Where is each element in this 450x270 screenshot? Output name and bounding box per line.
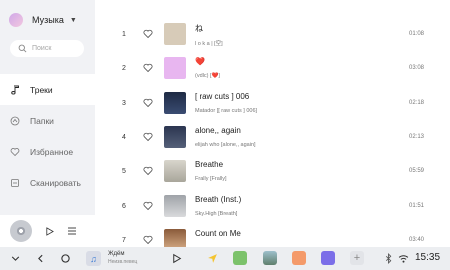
navigation-icon (208, 254, 217, 263)
playlist-icon (68, 227, 76, 235)
bluetooth-icon[interactable] (383, 253, 394, 264)
album-cover (164, 126, 186, 148)
track-number: 3 (122, 100, 126, 107)
track-row[interactable]: 6 Breath (Inst.) Sky.High [Breath] 01:51 (95, 189, 450, 223)
album-disc-icon (10, 220, 32, 242)
back-button[interactable] (35, 253, 46, 264)
track-number: 7 (122, 237, 126, 244)
folder-icon (10, 116, 20, 126)
track-duration: 03:40 (408, 237, 424, 243)
clock: 15:35 (415, 252, 441, 263)
sidebar-nav: Треки Папки Избранное Сканировать (0, 74, 95, 198)
now-playing-artist: Неизв.певец (108, 259, 138, 265)
add-app-icon[interactable]: + (350, 251, 364, 265)
chevron-left-icon (38, 254, 43, 263)
heart-icon[interactable] (143, 29, 153, 39)
sidebar-item-label: Папки (30, 115, 54, 126)
chevron-down-icon (11, 256, 20, 261)
track-title: ね (195, 24, 203, 33)
home-button[interactable] (60, 253, 71, 264)
album-cover (164, 92, 186, 114)
app-switcher[interactable]: Музыка ▼ (9, 13, 77, 27)
sidebar-item-label: Избранное (30, 146, 74, 157)
track-row[interactable]: 7 Count on Me 03:40 (95, 223, 450, 247)
heart-icon[interactable] (143, 63, 153, 73)
sidebar-item-scan[interactable]: Сканировать (0, 167, 95, 198)
album-cover (164, 57, 186, 79)
track-title: Count on Me (195, 229, 241, 238)
track-number: 5 (122, 168, 126, 175)
sidebar-item-label: Сканировать (30, 177, 81, 188)
gallery-app-icon[interactable] (263, 251, 277, 265)
track-artist: (vdlc) [❤️] (195, 73, 220, 79)
music-note-icon (10, 85, 20, 95)
search-input[interactable] (32, 45, 82, 52)
track-row[interactable]: 3 [ raw cuts ] 006 Matador [[ raw cuts ]… (95, 86, 450, 120)
now-playing-title: Ждём (108, 251, 125, 257)
album-cover (164, 195, 186, 217)
search-icon (18, 44, 27, 53)
track-duration: 03:08 (408, 65, 424, 71)
track-title: Breathe (195, 160, 224, 169)
track-artist: Sky.High [Breath] (195, 211, 238, 217)
track-number: 2 (122, 65, 126, 72)
track-duration: 02:18 (408, 100, 424, 106)
sidebar-item-label: Треки (30, 84, 53, 95)
app-title: Музыка (32, 15, 64, 25)
home-circle-icon (61, 254, 70, 263)
heart-icon[interactable] (143, 132, 153, 142)
game-app-icon[interactable] (233, 251, 247, 265)
mini-player (0, 215, 95, 247)
sidebar-item-favorites[interactable]: Избранное (0, 136, 95, 167)
track-duration: 01:51 (408, 203, 424, 209)
album-cover (164, 160, 186, 182)
track-duration: 01:08 (408, 31, 424, 37)
track-artist: l o k a | [空] (195, 41, 223, 47)
navigation-app-button[interactable] (207, 253, 218, 264)
track-title: alone,, again (195, 126, 241, 135)
app-logo-icon (9, 13, 23, 27)
chevron-down-icon: ▼ (69, 16, 77, 24)
taskbar-play-button[interactable] (171, 253, 182, 264)
track-number: 4 (122, 134, 126, 141)
track-title: ❤️ (195, 57, 205, 66)
play-button[interactable] (45, 226, 54, 236)
heart-icon[interactable] (143, 201, 153, 211)
music-note-icon[interactable]: ♫ (86, 251, 101, 266)
play-icon (46, 226, 54, 236)
video-app-icon[interactable] (321, 251, 335, 265)
heart-icon[interactable] (143, 166, 153, 176)
search-box[interactable] (10, 40, 84, 57)
album-cover (164, 229, 186, 247)
sidebar: Музыка ▼ Треки Папки Избранное (0, 0, 95, 247)
queue-button[interactable] (67, 226, 77, 236)
track-row[interactable]: 1 ね l o k a | [空] 01:08 (95, 17, 450, 51)
track-title: Breath (Inst.) (195, 195, 242, 204)
track-row[interactable]: 5 Breathe Frally [Frally] 05:59 (95, 154, 450, 188)
track-duration: 02:13 (408, 134, 424, 140)
heart-icon[interactable] (143, 98, 153, 108)
track-title: [ raw cuts ] 006 (195, 92, 250, 101)
track-row[interactable]: 4 alone,, again elijah who [alone,, agai… (95, 120, 450, 154)
play-icon (173, 253, 182, 264)
music-app-icon[interactable] (292, 251, 306, 265)
track-artist: elijah who [alone,, again] (195, 142, 256, 148)
heart-icon (10, 147, 20, 157)
album-cover (164, 23, 186, 45)
collapse-button[interactable] (10, 253, 21, 264)
wifi-icon[interactable] (398, 253, 409, 264)
sidebar-item-folders[interactable]: Папки (0, 105, 95, 136)
track-row[interactable]: 2 ❤️ (vdlc) [❤️] 03:08 (95, 51, 450, 85)
sidebar-item-tracks[interactable]: Треки (0, 74, 95, 105)
system-taskbar: ♫ Ждём Неизв.певец + 15:35 (0, 247, 450, 270)
heart-icon[interactable] (143, 235, 153, 245)
track-duration: 05:59 (408, 168, 424, 174)
track-artist: Frally [Frally] (195, 176, 227, 182)
scan-icon (10, 178, 20, 188)
track-number: 6 (122, 203, 126, 210)
track-number: 1 (122, 31, 126, 38)
track-artist: Matador [[ raw cuts ] 006] (195, 108, 258, 114)
track-list: 1 ね l o k a | [空] 01:08 2 ❤️ (vdlc) [❤️]… (95, 0, 450, 247)
